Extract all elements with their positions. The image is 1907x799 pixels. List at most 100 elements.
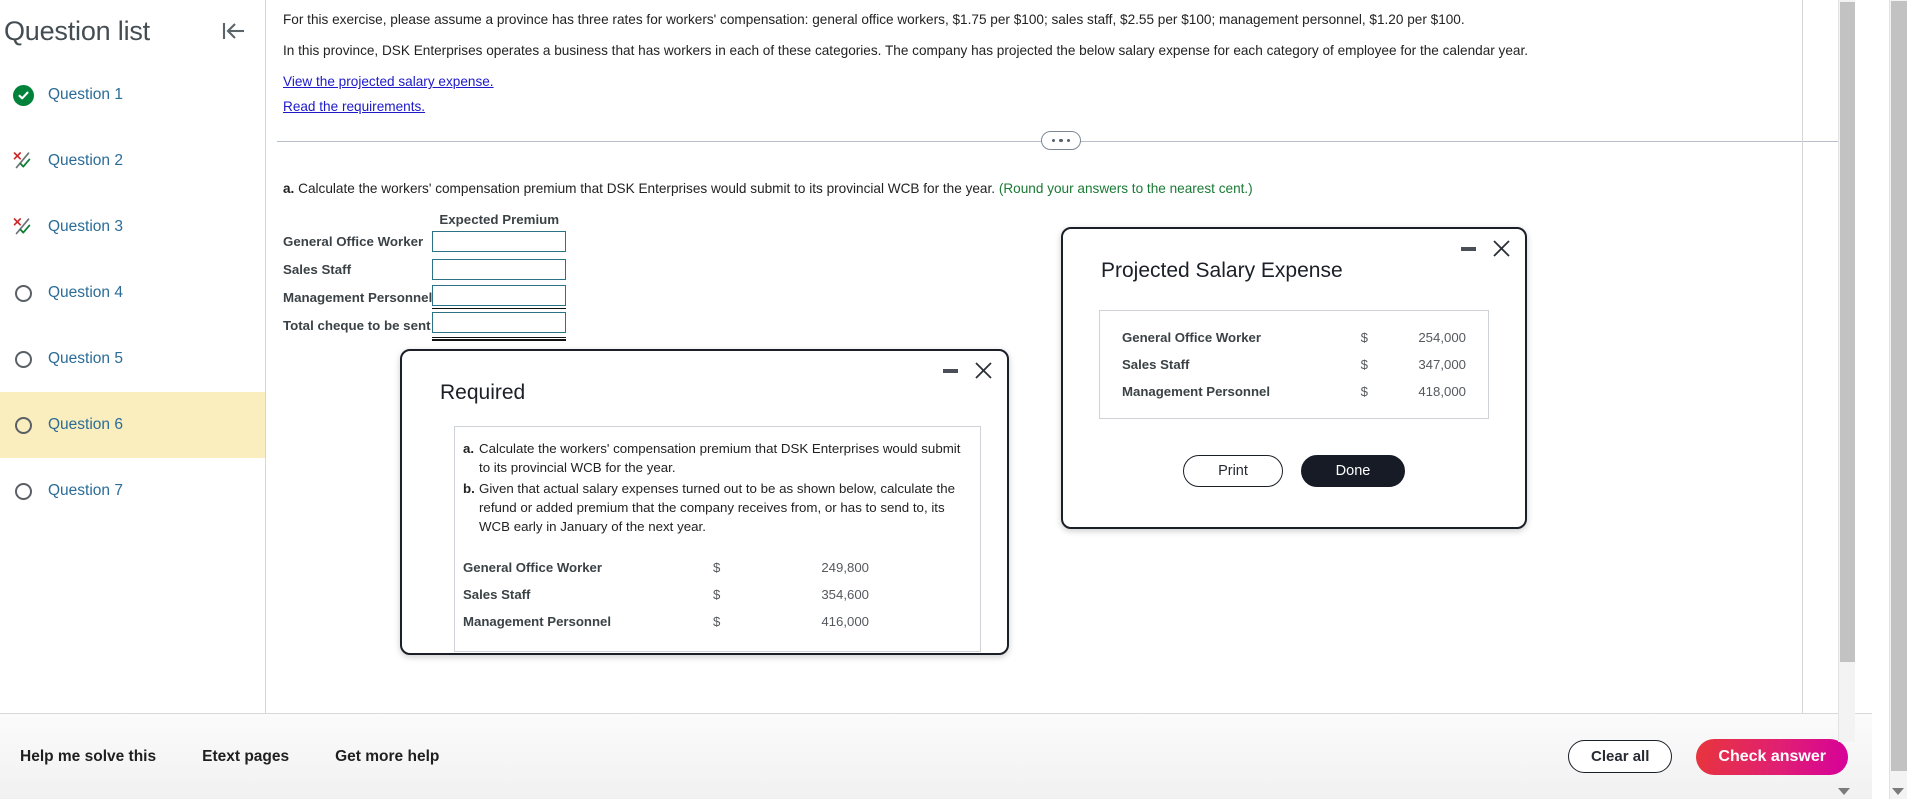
answer-row-label: Management Personnel	[283, 289, 433, 305]
bottom-link-3[interactable]: Get more help	[335, 748, 439, 766]
required-modal: Required a. Calculate the workers' compen…	[400, 349, 1009, 655]
salary-row-label: Sales Staff	[1122, 357, 1190, 372]
inner-scrollbar-thumb[interactable]	[1840, 2, 1855, 662]
close-icon[interactable]	[1492, 239, 1511, 258]
print-button[interactable]: Print	[1183, 455, 1283, 487]
salary-row: Sales Staff $347,000	[1100, 351, 1488, 378]
sidebar-item-question-2[interactable]: Question 2	[0, 128, 265, 194]
toolbar-actions: Clear all Check answer	[1568, 738, 1872, 775]
answer-entry-table: Expected Premium General Office Worker Sa…	[283, 212, 1833, 341]
salary-row: Management Personnel $418,000	[1100, 378, 1488, 405]
answer-row-label: General Office Worker	[283, 233, 424, 249]
question-list: Question 1 Question 2 Question 3 Question 4…	[0, 62, 265, 524]
answer-field-wrapper	[432, 258, 567, 280]
salary-row-label: Management Personnel	[1122, 384, 1271, 399]
salary-row-currency: $	[1360, 357, 1368, 372]
requirements-box: a. Calculate the workers' compensation pr…	[454, 426, 981, 653]
check-answer-button[interactable]: Check answer	[1696, 738, 1848, 775]
sidebar-item-label: Question 7	[48, 482, 123, 499]
page-scroll-down-icon[interactable]	[1892, 788, 1904, 795]
ellipsis-icon[interactable]	[1041, 131, 1081, 151]
close-icon[interactable]	[974, 361, 993, 380]
modal-title: Projected Salary Expense	[1101, 259, 1343, 282]
answer-field-cell	[432, 311, 567, 341]
answer-row: Total cheque to be sent	[283, 311, 567, 341]
answer-input-3[interactable]	[432, 285, 567, 307]
status-empty-icon	[6, 344, 40, 374]
answer-field-wrapper	[432, 285, 567, 310]
modal-controls	[1461, 239, 1511, 258]
answer-row: Sales Staff	[283, 255, 567, 283]
ellipsis-dot	[1059, 139, 1063, 143]
question-list-sidebar: Question list Question 1 Question 2 Questi…	[0, 0, 266, 713]
exercise-paragraph-1: For this exercise, please assume a provi…	[283, 12, 1465, 27]
actual-salary-amount: 249,800	[821, 560, 869, 576]
actual-salary-row: Management Personnel $416,000	[463, 608, 869, 635]
minimize-icon[interactable]	[1461, 246, 1476, 251]
minimize-icon[interactable]	[943, 368, 958, 373]
sidebar-item-question-7[interactable]: Question 7	[0, 458, 265, 524]
modal-actions: Print Done	[1063, 455, 1525, 487]
sidebar-item-label: Question 3	[48, 218, 123, 235]
exercise-intro: For this exercise, please assume a provi…	[267, 0, 1855, 117]
sidebar-item-question-6[interactable]: Question 6	[0, 392, 265, 458]
sidebar-item-label: Question 2	[48, 152, 123, 169]
page-vertical-scrollbar[interactable]	[1889, 0, 1907, 799]
salary-row-amount: 418,000	[1418, 384, 1466, 399]
panel-edge	[1802, 0, 1803, 713]
clear-all-button[interactable]: Clear all	[1568, 740, 1673, 773]
rounding-hint: (Round your answers to the nearest cent.…	[998, 181, 1253, 197]
question-prompt: a. Calculate the workers' compensation p…	[283, 181, 1833, 196]
answer-input-4[interactable]	[432, 312, 567, 334]
sidebar-item-question-4[interactable]: Question 4	[0, 260, 265, 326]
done-button[interactable]: Done	[1301, 455, 1405, 487]
status-complete-icon	[6, 80, 40, 110]
status-partial-icon	[6, 212, 40, 242]
help-links: Help me solve this Etext pages Get more he…	[0, 748, 439, 766]
actual-salary-label: Management Personnel	[463, 614, 612, 630]
view-projected-salary-link[interactable]: View the projected salary expense.	[283, 71, 494, 92]
collapse-panel-icon[interactable]	[217, 14, 251, 48]
actual-salary-currency: $	[713, 587, 721, 603]
actual-salary-currency: $	[713, 614, 721, 630]
salary-row-currency: $	[1360, 330, 1368, 345]
requirement-marker: a.	[463, 441, 475, 456]
sidebar-header: Question list	[0, 0, 265, 62]
answer-input-2[interactable]	[432, 258, 567, 280]
status-empty-icon	[6, 278, 40, 308]
requirement-item: a. Calculate the workers' compensation pr…	[463, 440, 964, 478]
sidebar-item-question-5[interactable]: Question 5	[0, 326, 265, 392]
part-marker: a.	[283, 181, 295, 197]
answer-row: General Office Worker	[283, 227, 567, 255]
salary-row-amount: 254,000	[1418, 330, 1466, 345]
salary-row-amount: 347,000	[1418, 357, 1466, 372]
requirement-text: Calculate the workers' compensation prem…	[479, 441, 961, 475]
status-empty-icon	[6, 476, 40, 506]
requirement-marker: b.	[463, 480, 475, 496]
sidebar-item-question-1[interactable]: Question 1	[0, 62, 265, 128]
actual-salary-row: General Office Worker $249,800	[463, 554, 869, 581]
sidebar-item-label: Question 6	[48, 416, 123, 433]
actual-salary-label: General Office Worker	[463, 560, 603, 576]
answer-input-1[interactable]	[432, 230, 567, 252]
answer-field-wrapper	[432, 312, 567, 341]
inner-scroll-down-icon[interactable]	[1838, 788, 1850, 795]
bottom-link-1[interactable]: Help me solve this	[20, 748, 156, 766]
sidebar-item-label: Question 4	[48, 284, 123, 301]
sidebar-item-question-3[interactable]: Question 3	[0, 194, 265, 260]
actual-salary-row: Sales Staff $354,600	[463, 581, 869, 608]
app-root: Question list Question 1 Question 2 Questi…	[0, 0, 1907, 799]
inner-vertical-scrollbar[interactable]	[1838, 0, 1855, 742]
salary-table: General Office Worker $254,000 Sales Staff…	[1099, 310, 1489, 419]
projected-salary-expense-modal: Projected Salary Expense General Office …	[1061, 227, 1527, 529]
answer-row: Management Personnel	[283, 283, 567, 311]
page-scrollbar-thumb[interactable]	[1891, 1, 1907, 771]
answer-field-wrapper	[432, 230, 567, 252]
section-divider	[267, 129, 1855, 153]
status-partial-icon	[6, 146, 40, 176]
actual-salary-amount: 416,000	[821, 614, 869, 630]
actual-salary-currency: $	[713, 560, 721, 576]
bottom-link-2[interactable]: Etext pages	[202, 748, 289, 766]
salary-row-label: General Office Worker	[1122, 330, 1262, 345]
read-requirements-link[interactable]: Read the requirements.	[283, 96, 425, 117]
